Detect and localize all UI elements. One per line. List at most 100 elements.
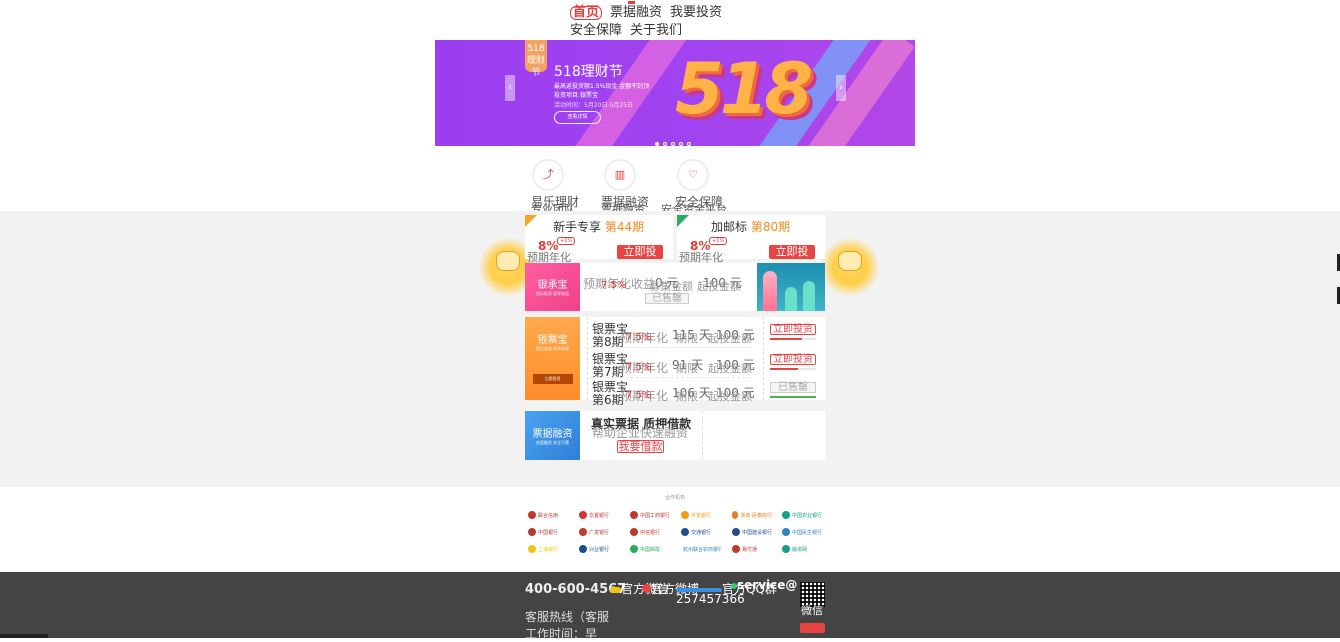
qr-label: 微信 [801, 604, 823, 617]
newbie-card[interactable]: 新手专享 第44期 8% +1% 预期年化 立即投 [525, 215, 673, 264]
partner-logo[interactable]: 兴业银行 [579, 544, 619, 554]
yinchengbao-tile: 银承宝 快乐投资 稳享收益 [525, 263, 580, 311]
partner-logo[interactable]: 中国民生银行 [782, 527, 822, 537]
yinchengbao-chart-image [757, 263, 825, 311]
divider [763, 317, 764, 400]
banner-detail-button[interactable]: 查看详情 [554, 111, 601, 124]
banner-next-arrow[interactable]: › [836, 75, 846, 101]
nav-invest[interactable]: 我要投资 [670, 4, 722, 22]
rate-value: 7.5% [626, 332, 652, 343]
banner-prev-arrow[interactable]: ‹ [505, 75, 515, 101]
bank-logo-icon [630, 545, 638, 553]
partner-logo[interactable]: 融资网 [782, 544, 822, 554]
bank-logo-icon [630, 511, 638, 519]
partner-logo[interactable]: 中信银行 [630, 527, 670, 537]
partner-logo[interactable]: 中国邮政 [630, 544, 670, 554]
nav-financing[interactable]: 票据融资 [610, 4, 662, 22]
bonus-tag: +1% [709, 237, 728, 245]
corner-badge [525, 215, 537, 227]
card-title: 加邮标 第80期 [711, 220, 791, 234]
bank-logo-icon [681, 511, 689, 519]
partner-logo[interactable]: 浙商·民泰商行 [732, 510, 772, 520]
bank-logo-icon [782, 528, 790, 536]
slide-dot[interactable] [679, 142, 683, 146]
banner-line: 投资项目:银票宝 [554, 92, 599, 99]
footer-hours-line: 工作时间：早 [525, 627, 598, 641]
banner-dots [655, 131, 695, 146]
invest-button[interactable]: 立即投资 [770, 354, 816, 365]
partner-logo[interactable]: 中国工商银行 [630, 510, 670, 520]
bank-logo-icon [681, 528, 689, 536]
sold-out-button[interactable]: 已售罄 [770, 382, 816, 393]
bank-logo-icon [579, 528, 587, 536]
bank-logo-icon [528, 511, 536, 519]
progress-bar [770, 368, 816, 370]
bank-logo-icon [732, 545, 740, 553]
progress-fill [770, 338, 803, 340]
bonus-card[interactable]: 加邮标 第80期 8% +1% 预期年化 立即投 [677, 215, 825, 264]
qq-number: 257457366 [676, 592, 745, 606]
row-issue: 第6期 [592, 393, 624, 407]
slide-dot[interactable] [687, 142, 691, 146]
min-label: 起投金额 [708, 362, 752, 375]
top-nav: 首页 票据融资 我要投资安全保障 关于我们 [570, 1, 790, 40]
min-label: 起投金额 [708, 390, 752, 403]
nav-security[interactable]: 安全保障 [570, 22, 622, 40]
service-email[interactable]: service@ [731, 578, 797, 592]
banner-line: 活动时间：5月20日-5月25日 [554, 102, 634, 109]
sold-out-button[interactable]: 已售罄 [645, 293, 689, 304]
bank-logo-icon [528, 545, 536, 553]
banner-title: 518理财节 [554, 64, 623, 80]
promo-banner[interactable]: 518 理财节 518理财节 最高返投资额1.5%现金 金额不封顶 投资项目:银票… [435, 40, 915, 146]
partner-logo[interactable]: 中国建设银行 [732, 527, 772, 537]
invest-button[interactable]: 立即投 [769, 245, 815, 259]
divider [587, 317, 588, 400]
rate-value: 7.5% [601, 280, 627, 291]
bank-logo-icon [630, 528, 638, 536]
partner-logo[interactable]: 交通银行 [681, 527, 721, 537]
bank-logo-icon [528, 528, 536, 536]
trend-icon[interactable]: ⤴ [532, 159, 564, 191]
min-label: 起投金额 [708, 332, 752, 345]
heart-icon[interactable]: ♡ [677, 159, 709, 191]
partners-title: 合作机构 [665, 495, 686, 501]
rate-value: 7.5% [626, 362, 652, 373]
progress-fill [770, 396, 816, 398]
partner-logo[interactable]: 易付通 [732, 544, 772, 554]
partner-logo[interactable]: 杭州联合农商银行 [681, 544, 721, 554]
partner-logo[interactable]: 联合信用 [528, 510, 568, 520]
yinchengbao-card[interactable]: 银承宝 快乐投资 稳享收益 预期年化收益 7.5% 0 元 募集金额 100 元… [525, 263, 825, 311]
amount-label: 募集金额 [649, 280, 693, 293]
slide-dot[interactable] [655, 142, 659, 146]
slide-dot[interactable] [663, 142, 667, 146]
bank-logo-icon [579, 511, 587, 519]
partner-logo[interactable]: 华夏银行 [579, 510, 619, 520]
bank-logo-icon [732, 511, 739, 519]
partner-logo[interactable]: 平安银行 [681, 510, 721, 520]
financing-card[interactable]: 票据融资 快速融资 安全可靠 真实票据 质押借款 帮助企业快速融资 我要借款 [525, 411, 825, 460]
divider [702, 411, 703, 460]
tile-invest-button[interactable]: 立即投资 [532, 374, 573, 384]
progress-fill [770, 368, 798, 370]
partner-logo[interactable]: 上海银行 [528, 544, 568, 554]
financing-tile: 票据融资 快速融资 安全可靠 [525, 411, 580, 460]
nav-home[interactable]: 首页 [570, 6, 603, 20]
invest-button[interactable]: 立即投 [617, 245, 663, 259]
yinpiaobao-tile: 银票宝 稳定收益 保本保息 立即投资 [525, 317, 580, 400]
invest-button[interactable]: 立即投资 [770, 324, 816, 335]
banner-badge: 518 理财节 [525, 40, 547, 78]
mascot-right [820, 237, 880, 297]
partner-logo[interactable]: 中国农业银行 [782, 510, 822, 520]
bank-logo-icon [732, 528, 740, 536]
nav-about[interactable]: 关于我们 [630, 22, 682, 40]
partner-logo[interactable]: 中国银行 [528, 527, 568, 537]
borrow-button[interactable]: 我要借款 [617, 440, 664, 453]
wechat-icon [610, 587, 621, 593]
slide-dot[interactable] [671, 142, 675, 146]
footer-bar [0, 634, 48, 638]
rate-value: 7.5% [626, 390, 652, 401]
partner-logo[interactable]: 广发银行 [579, 527, 619, 537]
days-label: 期限 [676, 332, 698, 345]
book-icon[interactable]: ▥ [604, 159, 636, 191]
corner-badge [677, 215, 689, 227]
